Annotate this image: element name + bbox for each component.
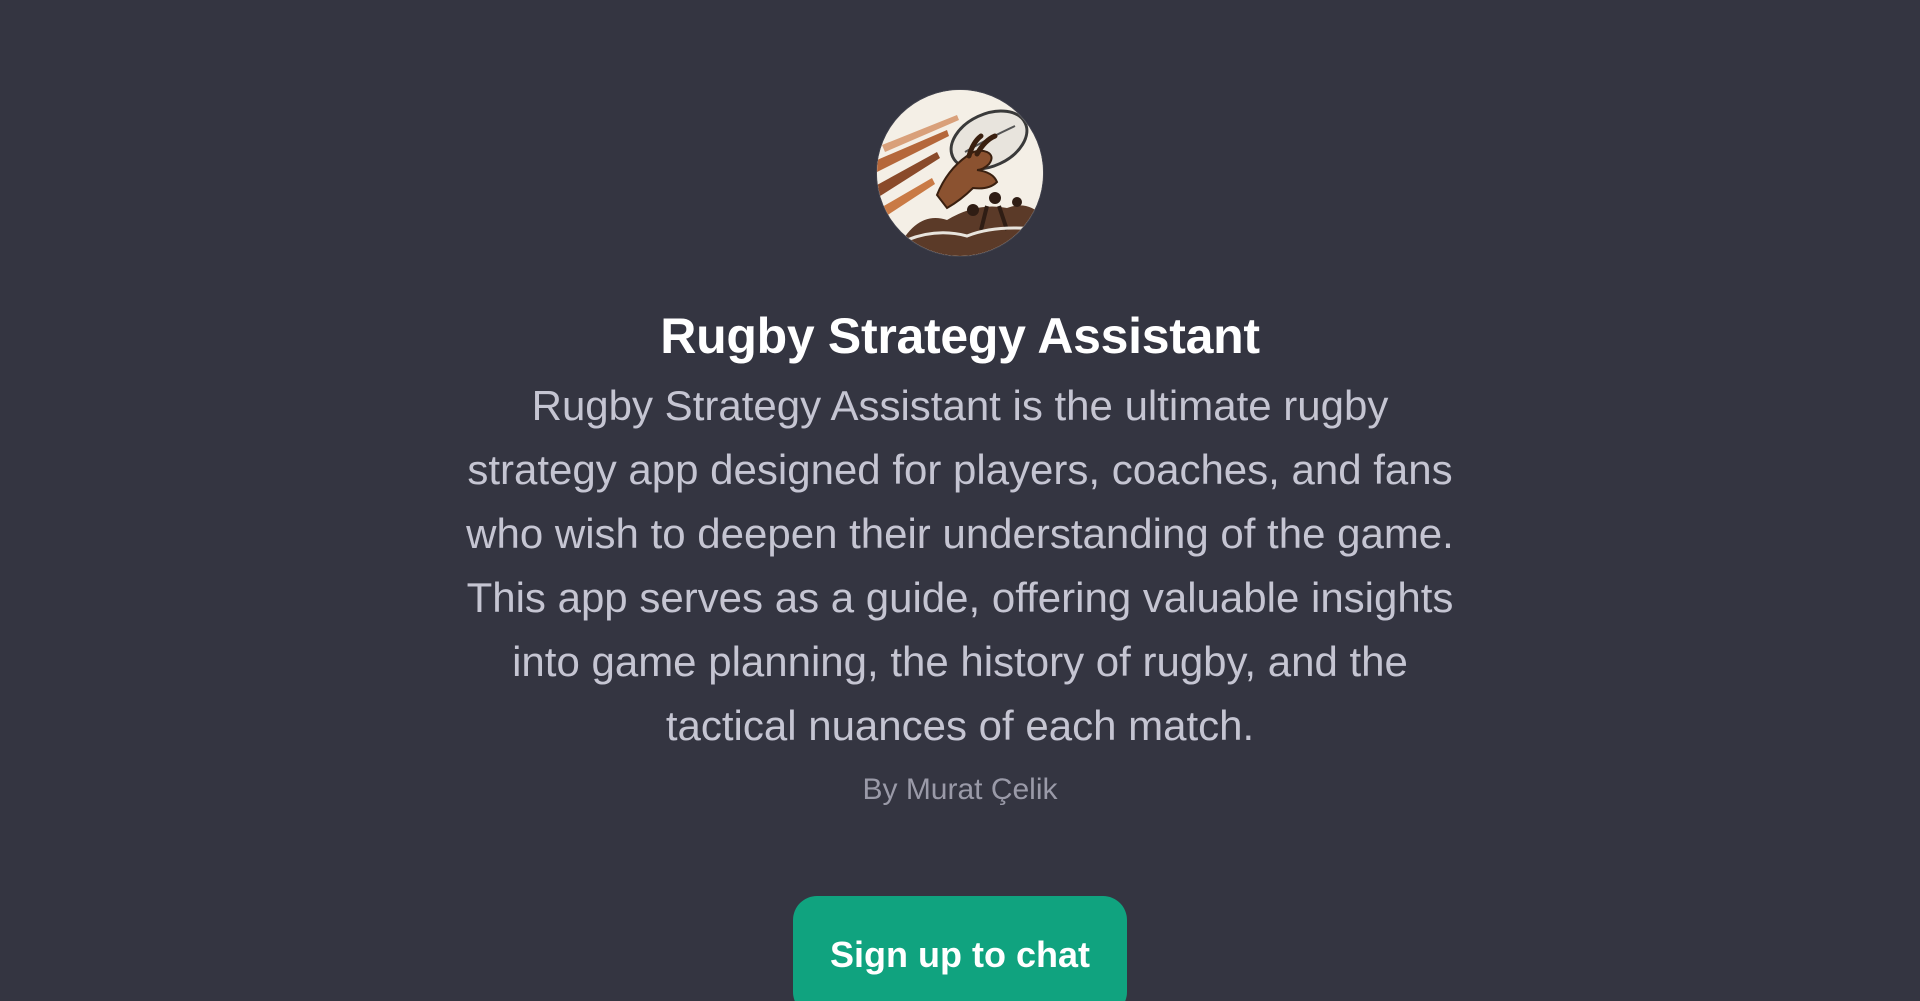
gpt-description: Rugby Strategy Assistant is the ultimate…	[466, 381, 1454, 749]
gpt-title: Rugby Strategy Assistant	[660, 308, 1260, 364]
gpt-avatar	[877, 90, 1043, 256]
gpt-author: By Murat Çelik	[862, 772, 1058, 806]
sign-up-to-chat-button[interactable]: Sign up to chat	[793, 896, 1127, 1001]
gpt-landing-page: Rugby Strategy Assistant Rugby Strategy …	[0, 0, 1920, 1001]
rugby-ball-hand-illustration-icon	[877, 90, 1043, 256]
